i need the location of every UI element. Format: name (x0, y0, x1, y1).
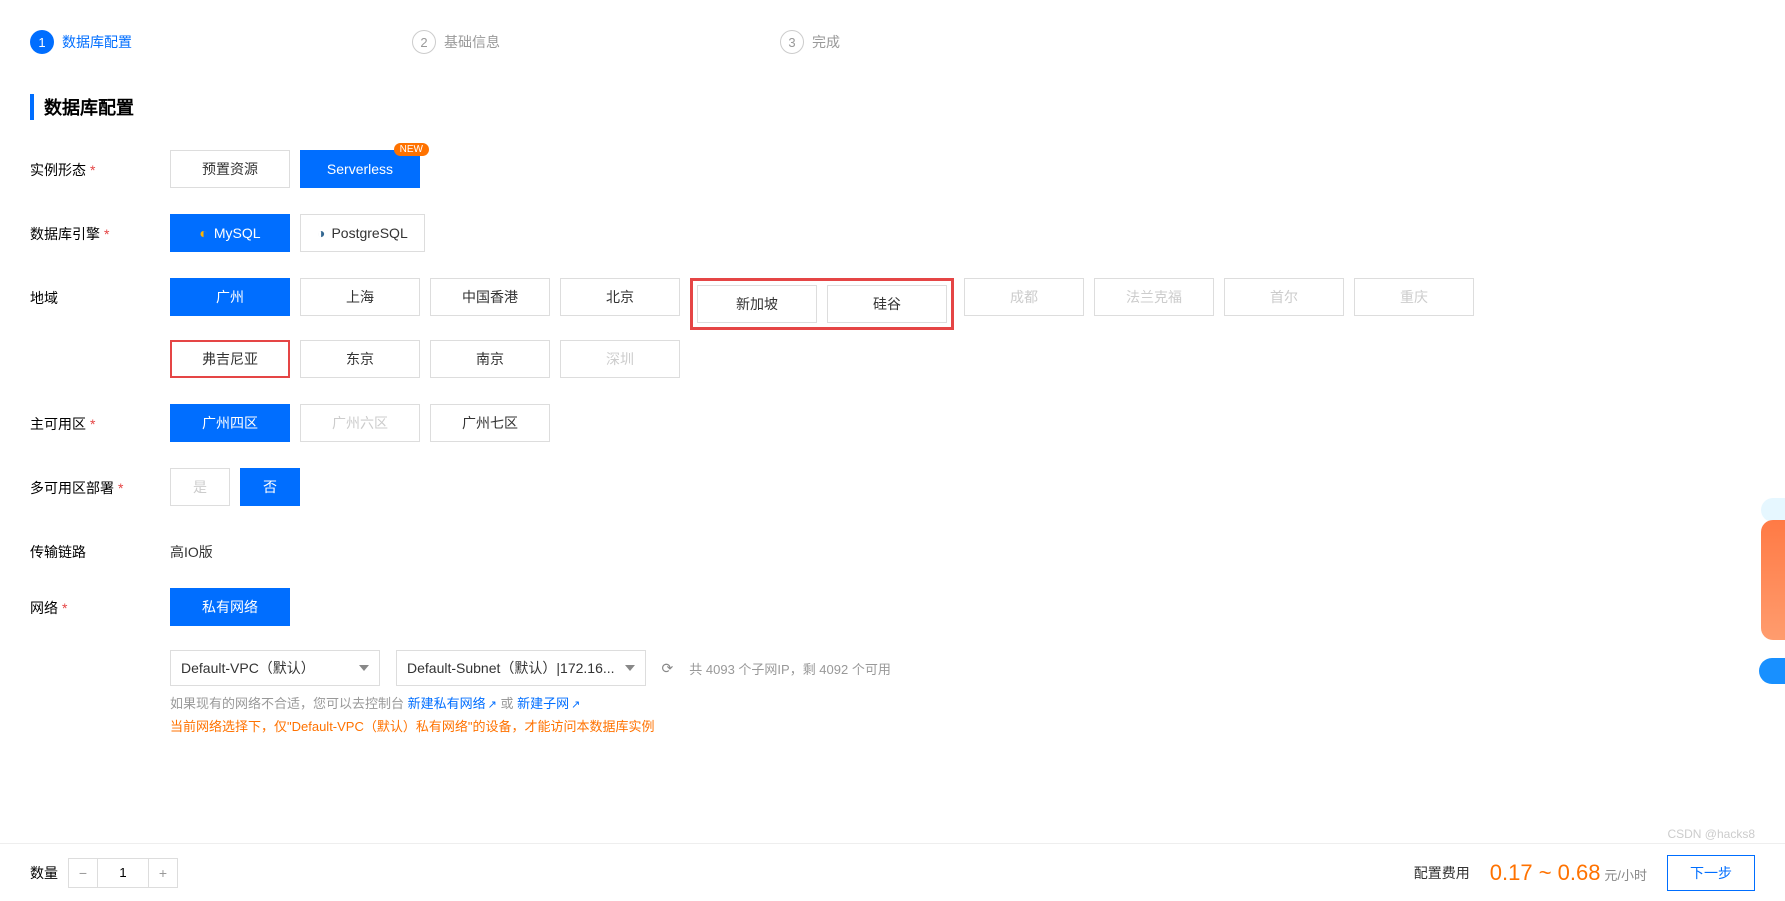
step-number: 3 (780, 30, 804, 54)
external-link-icon: ↗ (488, 699, 497, 711)
label-db-engine: 数据库引擎* (30, 214, 170, 244)
multi-az-no[interactable]: 否 (240, 468, 300, 506)
refresh-icon[interactable]: ⟳ (662, 660, 674, 677)
option-postgresql[interactable]: ◑ PostgreSQL (300, 214, 425, 252)
side-chat-icon[interactable] (1759, 658, 1785, 684)
region-chengdu: 成都 (964, 278, 1084, 316)
step-number: 1 (30, 30, 54, 54)
multi-az-yes: 是 (170, 468, 230, 506)
region-shanghai[interactable]: 上海 (300, 278, 420, 316)
qty-decrease-button[interactable]: − (68, 858, 98, 888)
option-serverless[interactable]: Serverless NEW (300, 150, 420, 188)
external-link-icon: ↗ (571, 699, 580, 711)
highlight-box-singapore-siliconvalley: 新加坡 硅谷 (690, 278, 954, 330)
step-number: 2 (412, 30, 436, 54)
az-zone7[interactable]: 广州七区 (430, 404, 550, 442)
label-main-az: 主可用区* (30, 404, 170, 434)
region-seoul: 首尔 (1224, 278, 1344, 316)
option-mysql[interactable]: ◐ MySQL (170, 214, 290, 252)
step-label: 完成 (812, 32, 840, 52)
region-shenzhen: 深圳 (560, 340, 680, 378)
price-unit: 元/小时 (1604, 868, 1647, 883)
transport-value: 高IO版 (170, 532, 1755, 562)
footer-bar: 数量 − + 配置费用 0.17 ~ 0.68 元/小时 下一步 (0, 843, 1785, 901)
az-zone4[interactable]: 广州四区 (170, 404, 290, 442)
new-badge: NEW (394, 143, 429, 156)
price-label: 配置费用 (1414, 863, 1470, 883)
wizard-steps: 1 数据库配置 2 基础信息 3 完成 (30, 30, 1755, 54)
qty-input[interactable] (98, 858, 148, 888)
region-chongqing: 重庆 (1354, 278, 1474, 316)
section-title: 数据库配置 (30, 94, 1755, 120)
network-help: 如果现有的网络不合适，您可以去控制台 新建私有网络↗ 或 新建子网↗ 当前网络选… (170, 694, 1755, 738)
region-hongkong[interactable]: 中国香港 (430, 278, 550, 316)
price-value: 0.17 ~ 0.68 (1490, 860, 1601, 885)
label-region: 地域 (30, 278, 170, 308)
region-nanjing[interactable]: 南京 (430, 340, 550, 378)
subnet-select[interactable]: Default-Subnet（默认）|172.16... (396, 650, 646, 686)
region-tokyo[interactable]: 东京 (300, 340, 420, 378)
watermark: CSDN @hacks8 (1667, 827, 1755, 841)
vpc-select[interactable]: Default-VPC（默认） (170, 650, 380, 686)
subnet-ip-note: 共 4093 个子网IP，剩 4092 个可用 (689, 659, 891, 678)
label-multi-az: 多可用区部署* (30, 468, 170, 498)
region-guangzhou[interactable]: 广州 (170, 278, 290, 316)
region-virginia[interactable]: 弗吉尼亚 (170, 340, 290, 378)
region-frankfurt: 法兰克福 (1094, 278, 1214, 316)
region-siliconvalley[interactable]: 硅谷 (827, 285, 947, 323)
link-create-vpc[interactable]: 新建私有网络↗ (408, 696, 497, 711)
step-label: 基础信息 (444, 32, 500, 52)
option-preset[interactable]: 预置资源 (170, 150, 290, 188)
qty-label: 数量 (30, 863, 58, 883)
link-create-subnet[interactable]: 新建子网↗ (517, 696, 580, 711)
mysql-icon: ◐ (199, 225, 207, 241)
network-private[interactable]: 私有网络 (170, 588, 290, 626)
az-zone6: 广州六区 (300, 404, 420, 442)
side-help-widget[interactable] (1761, 520, 1785, 640)
side-avatar-icon[interactable] (1761, 498, 1785, 522)
label-network: 网络* (30, 588, 170, 618)
postgresql-icon: ◑ (317, 225, 325, 241)
region-singapore[interactable]: 新加坡 (697, 285, 817, 323)
step-label: 数据库配置 (62, 32, 132, 52)
quantity-stepper: − + (68, 858, 178, 888)
step-3: 3 完成 (780, 30, 840, 54)
label-transport: 传输链路 (30, 532, 170, 562)
region-beijing[interactable]: 北京 (560, 278, 680, 316)
qty-increase-button[interactable]: + (148, 858, 178, 888)
step-1: 1 数据库配置 (30, 30, 132, 54)
next-button[interactable]: 下一步 (1667, 855, 1755, 891)
label-instance-type: 实例形态* (30, 150, 170, 180)
step-2: 2 基础信息 (412, 30, 500, 54)
